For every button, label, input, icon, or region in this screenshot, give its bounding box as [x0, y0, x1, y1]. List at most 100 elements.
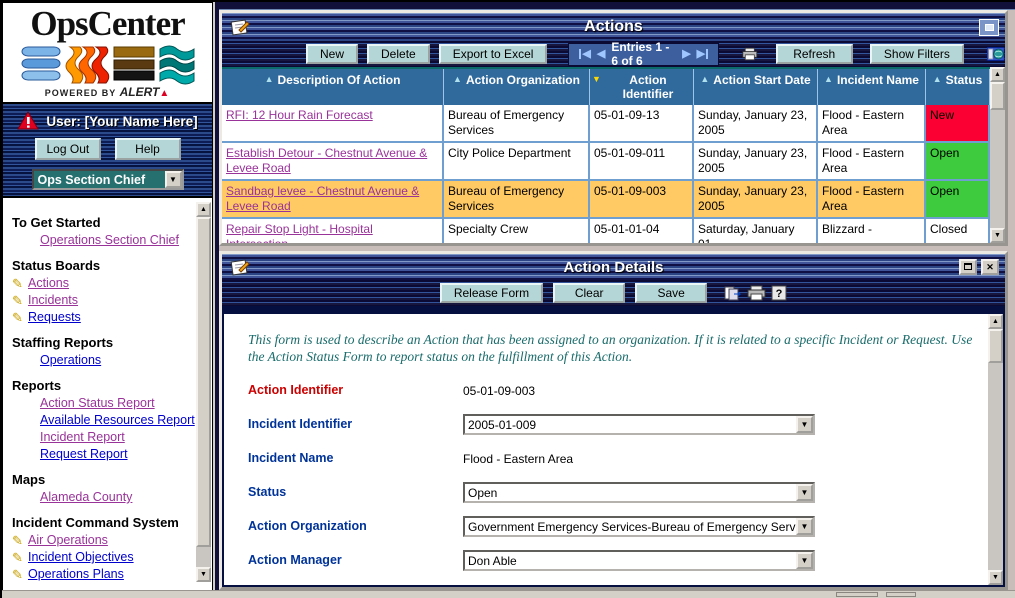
- cell-start-date: Sunday, January 23, 2005: [694, 143, 818, 181]
- clear-button[interactable]: Clear: [553, 283, 625, 303]
- sidebar-link[interactable]: Operations Section Chief: [40, 232, 179, 249]
- show-filters-button[interactable]: Show Filters: [870, 44, 964, 64]
- logout-button[interactable]: Log Out: [35, 138, 101, 160]
- role-select[interactable]: Ops Section Chief ▼: [32, 169, 184, 190]
- export-to-excel-button[interactable]: Export to Excel: [439, 44, 548, 64]
- next-page-icon[interactable]: ▶: [682, 49, 690, 59]
- save-button[interactable]: Save: [635, 283, 707, 303]
- sidebar-link[interactable]: Incident Objectives: [28, 549, 134, 566]
- sidebar-link[interactable]: Air Operations: [28, 532, 108, 549]
- field-select[interactable]: Open▼: [463, 482, 815, 503]
- field-label: Action Identifier: [248, 380, 463, 397]
- route-form-icon[interactable]: [723, 285, 743, 301]
- field-select[interactable]: 2005-01-009▼: [463, 414, 815, 435]
- sidebar-link[interactable]: Alameda County: [40, 489, 132, 506]
- refresh-button[interactable]: Refresh: [776, 44, 853, 64]
- sidebar-item-air-operations[interactable]: ✎Air Operations: [12, 532, 195, 549]
- sidebar-item-operations-plans[interactable]: ✎Operations Plans: [12, 566, 195, 583]
- actions-table-scrollbar[interactable]: ▲ ▼: [990, 67, 1005, 243]
- help-icon[interactable]: ?: [771, 285, 787, 301]
- scroll-up-icon[interactable]: ▲: [990, 67, 1005, 82]
- sidebar-link[interactable]: Incidents: [28, 292, 78, 309]
- sidebar-item-available-resources-report[interactable]: Available Resources Report: [12, 412, 195, 429]
- sidebar-link[interactable]: Incident Report: [40, 429, 125, 446]
- action-details-panel: Action Details ✕ Release Form Clear Save: [219, 251, 1008, 590]
- cell-status: Open: [926, 181, 990, 219]
- help-button[interactable]: Help: [115, 138, 181, 160]
- column-header-action-organization[interactable]: ▲Action Organization: [444, 69, 590, 105]
- table-scroll-thumb[interactable]: [990, 82, 1005, 110]
- details-form: This form is used to describe an Action …: [224, 314, 988, 585]
- logo-waves-icon: [20, 43, 196, 85]
- maximize-icon[interactable]: [979, 19, 999, 36]
- column-header-action-start-date[interactable]: ▲Action Start Date: [694, 69, 818, 105]
- sidebar-item-operations-section-chief[interactable]: Operations Section Chief: [12, 232, 195, 249]
- field-incident-identifier: Incident Identifier2005-01-009▼: [248, 414, 978, 435]
- chevron-down-icon[interactable]: ▼: [796, 416, 813, 433]
- sidebar-section-title: Reports: [12, 378, 195, 393]
- sidebar-item-incident-report[interactable]: Incident Report: [12, 429, 195, 446]
- chevron-down-icon[interactable]: ▼: [796, 552, 813, 569]
- sidebar-item-alameda-county[interactable]: Alameda County: [12, 489, 195, 506]
- field-select[interactable]: Don Able▼: [463, 550, 815, 571]
- sidebar-item-requests[interactable]: ✎Requests: [12, 309, 195, 326]
- sidebar-link[interactable]: Action Status Report: [40, 395, 155, 412]
- details-scroll-thumb[interactable]: [988, 329, 1003, 363]
- column-header-description-of-action[interactable]: ▲Description Of Action: [222, 69, 444, 105]
- details-panel-title: Action Details: [222, 259, 1005, 276]
- column-header-incident-name[interactable]: ▲Incident Name: [818, 69, 926, 105]
- alert-warning-icon: [17, 111, 39, 131]
- prev-page-icon[interactable]: ◀: [597, 49, 605, 59]
- top-band: [215, 2, 1015, 10]
- pencil-icon: ✎: [12, 309, 24, 326]
- sidebar-link[interactable]: Request Report: [40, 446, 128, 463]
- release-form-button[interactable]: Release Form: [440, 283, 543, 303]
- alert-triangle-icon: ▲: [159, 88, 170, 99]
- table-row: Establish Detour - Chestnut Avenue & Lev…: [222, 143, 990, 181]
- sidebar-item-incidents[interactable]: ✎Incidents: [12, 292, 195, 309]
- action-description-link[interactable]: Repair Stop Light - Hospital Intersectio…: [226, 222, 373, 243]
- close-icon[interactable]: ✕: [981, 259, 999, 275]
- globe-icon[interactable]: [987, 45, 1005, 63]
- details-scrollbar[interactable]: ▲ ▼: [988, 314, 1003, 585]
- actions-panel: Actions New Delete Export to Excel ◀ ◀ E…: [219, 10, 1008, 246]
- scroll-down-icon[interactable]: ▼: [988, 570, 1003, 585]
- maximize-icon[interactable]: [959, 259, 977, 275]
- scroll-up-icon[interactable]: ▲: [988, 314, 1003, 329]
- column-header-action-identifier[interactable]: ▼Action Identifier: [590, 69, 694, 105]
- scroll-down-icon[interactable]: ▼: [990, 228, 1005, 243]
- action-description-link[interactable]: Establish Detour - Chestnut Avenue & Lev…: [226, 146, 427, 175]
- last-page-icon[interactable]: ▶: [697, 49, 708, 59]
- scroll-up-icon[interactable]: ▲: [196, 202, 211, 217]
- cell-identifier: 05-01-01-04: [590, 219, 694, 243]
- chevron-down-icon[interactable]: ▼: [796, 518, 813, 535]
- chevron-down-icon[interactable]: ▼: [165, 171, 182, 188]
- action-description-link[interactable]: RFI: 12 Hour Rain Forecast: [226, 108, 373, 122]
- sidebar-link[interactable]: Operations: [40, 352, 101, 369]
- sidebar-scrollbar[interactable]: ▲ ▼: [196, 202, 211, 582]
- sidebar-link[interactable]: Available Resources Report: [40, 412, 195, 429]
- sidebar-item-request-report[interactable]: Request Report: [12, 446, 195, 463]
- sidebar-link[interactable]: Actions: [28, 275, 69, 292]
- sidebar-item-actions[interactable]: ✎Actions: [12, 275, 195, 292]
- sidebar-scroll-thumb[interactable]: [196, 217, 211, 547]
- scroll-down-icon[interactable]: ▼: [196, 567, 211, 582]
- action-description-link[interactable]: Sandbag levee - Chestnut Avenue & Levee …: [226, 184, 419, 213]
- sidebar-link[interactable]: Operations Plans: [28, 566, 124, 583]
- printer-icon[interactable]: [742, 46, 758, 62]
- field-select[interactable]: Government Emergency Services-Bureau of …: [463, 516, 815, 537]
- delete-button[interactable]: Delete: [367, 44, 430, 64]
- first-page-icon[interactable]: ◀: [579, 49, 590, 59]
- cell-start-date: Sunday, January 23, 2005: [694, 105, 818, 143]
- pencil-icon: ✎: [12, 275, 24, 292]
- new-button[interactable]: New: [306, 44, 358, 64]
- sidebar-link[interactable]: Requests: [28, 309, 81, 326]
- sort-desc-icon: ▼: [592, 73, 601, 86]
- sidebar-item-incident-objectives[interactable]: ✎Incident Objectives: [12, 549, 195, 566]
- column-header-status[interactable]: ▲Status: [926, 69, 990, 105]
- sidebar-item-action-status-report[interactable]: Action Status Report: [12, 395, 195, 412]
- printer-icon[interactable]: [747, 285, 767, 301]
- cell-description: Sandbag levee - Chestnut Avenue & Levee …: [222, 181, 444, 219]
- chevron-down-icon[interactable]: ▼: [796, 484, 813, 501]
- sidebar-item-operations[interactable]: Operations: [12, 352, 195, 369]
